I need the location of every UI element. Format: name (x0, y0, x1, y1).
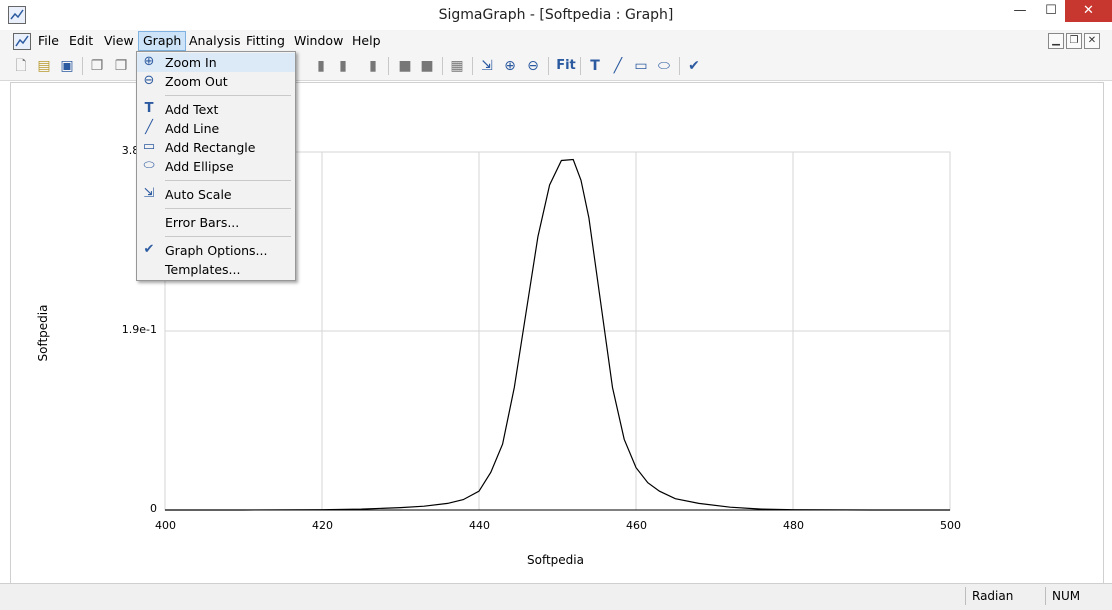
menu-view[interactable]: View (100, 32, 138, 50)
open-icon[interactable]: ▤ (35, 57, 53, 75)
toolbar-separator (679, 57, 680, 75)
column-add-icon[interactable]: ▮ (334, 57, 352, 75)
toolbar-separator (388, 57, 389, 75)
x-axis-title: Softpedia (527, 553, 584, 567)
minimize-button[interactable]: — (1003, 0, 1037, 22)
copy-icon[interactable]: ❐ (88, 57, 106, 75)
auto-scale-icon[interactable]: ⇲ (478, 57, 496, 75)
menu-separator (165, 180, 291, 181)
paste-icon[interactable]: ❐ (112, 57, 130, 75)
title-bar: SigmaGraph - [Softpedia : Graph] — ☐ ✕ (0, 0, 1112, 31)
toolbar-separator (442, 57, 443, 75)
menu-analysis[interactable]: Analysis (185, 32, 245, 50)
fit-button[interactable]: Fit (554, 57, 578, 75)
child-minimize-button[interactable]: ▁ (1048, 33, 1064, 49)
zoom-in-icon[interactable]: ⊕ (501, 57, 519, 75)
save-icon[interactable]: ▣ (58, 57, 76, 75)
column-icon[interactable]: ▮ (312, 57, 330, 75)
menu-item-add-rectangle[interactable]: ▭ Add Rectangle (137, 138, 295, 157)
toolbar-separator (580, 57, 581, 75)
menu-item-add-line[interactable]: ╱ Add Line (137, 119, 295, 138)
column-delete-icon[interactable]: ▮ (364, 57, 382, 75)
menu-edit[interactable]: Edit (65, 32, 97, 50)
angle-mode-indicator: Radian (965, 587, 1042, 605)
menu-file[interactable]: File (34, 32, 63, 50)
x-tick-label: 480 (783, 519, 804, 532)
menu-help[interactable]: Help (348, 32, 385, 50)
y-tick-label: 0 (150, 502, 157, 515)
menu-item-auto-scale[interactable]: ⇲ Auto Scale (137, 185, 295, 204)
menu-item-add-ellipse[interactable]: ⬭ Add Ellipse (137, 157, 295, 176)
menu-item-templates[interactable]: Templates... (137, 260, 295, 279)
menu-window[interactable]: Window (290, 32, 347, 50)
auto-scale-icon: ⇲ (143, 186, 155, 201)
checkmark-icon: ✔ (143, 242, 155, 257)
datasheet-icon[interactable]: ▦ (448, 57, 466, 75)
rectangle-tool-icon: ▭ (142, 139, 156, 154)
ellipse-tool-icon: ⬭ (143, 158, 155, 173)
menu-separator (165, 95, 291, 96)
menu-item-error-bars[interactable]: Error Bars... (137, 213, 295, 232)
window-title: SigmaGraph - [Softpedia : Graph] (438, 7, 674, 23)
x-tick-label: 500 (940, 519, 961, 532)
zoom-out-icon[interactable]: ⊖ (524, 57, 542, 75)
x-tick-label: 460 (626, 519, 647, 532)
menu-graph[interactable]: Graph (138, 31, 187, 51)
status-bar: Radian NUM (0, 583, 1112, 610)
child-close-button[interactable]: ✕ (1084, 33, 1100, 49)
menu-item-zoom-out[interactable]: ⊖ Zoom Out (137, 72, 295, 91)
close-button[interactable]: ✕ (1065, 0, 1112, 22)
line-tool-icon: ╱ (145, 120, 153, 135)
x-tick-label: 440 (469, 519, 490, 532)
row-add-icon[interactable]: ■ (418, 57, 436, 75)
menu-separator (165, 236, 291, 237)
x-tick-label: 400 (155, 519, 176, 532)
document-icon[interactable] (13, 33, 31, 50)
menu-item-zoom-in[interactable]: ⊕ Zoom In (137, 53, 295, 72)
y-tick-label: 1.9e-1 (121, 323, 157, 336)
menu-item-graph-options[interactable]: ✔ Graph Options... (137, 241, 295, 260)
y-axis-title: Softpedia (36, 304, 50, 362)
zoom-in-icon: ⊕ (143, 54, 155, 69)
graph-menu-dropdown: ⊕ Zoom In ⊖ Zoom Out T Add Text ╱ Add Li… (136, 51, 296, 281)
toolbar-separator (472, 57, 473, 75)
menu-bar: File Edit View Graph Analysis Fitting Wi… (0, 30, 1112, 52)
text-tool-icon[interactable]: T (586, 57, 604, 75)
text-tool-icon: T (144, 101, 154, 116)
toolbar-separator (82, 57, 83, 75)
child-restore-button[interactable]: ❐ (1066, 33, 1082, 49)
x-tick-label: 420 (312, 519, 333, 532)
menu-fitting[interactable]: Fitting (242, 32, 289, 50)
menu-separator (165, 208, 291, 209)
toolbar-separator (548, 57, 549, 75)
row-icon[interactable]: ■ (396, 57, 414, 75)
checkmark-icon[interactable]: ✔ (685, 57, 703, 75)
ellipse-tool-icon[interactable]: ⬭ (655, 57, 673, 75)
num-lock-indicator: NUM (1045, 587, 1107, 605)
rectangle-tool-icon[interactable]: ▭ (632, 57, 650, 75)
new-icon[interactable]: 🗋 (12, 57, 30, 75)
maximize-button[interactable]: ☐ (1037, 0, 1065, 22)
line-tool-icon[interactable]: ╱ (609, 57, 627, 75)
zoom-out-icon: ⊖ (143, 73, 155, 88)
menu-item-add-text[interactable]: T Add Text (137, 100, 295, 119)
